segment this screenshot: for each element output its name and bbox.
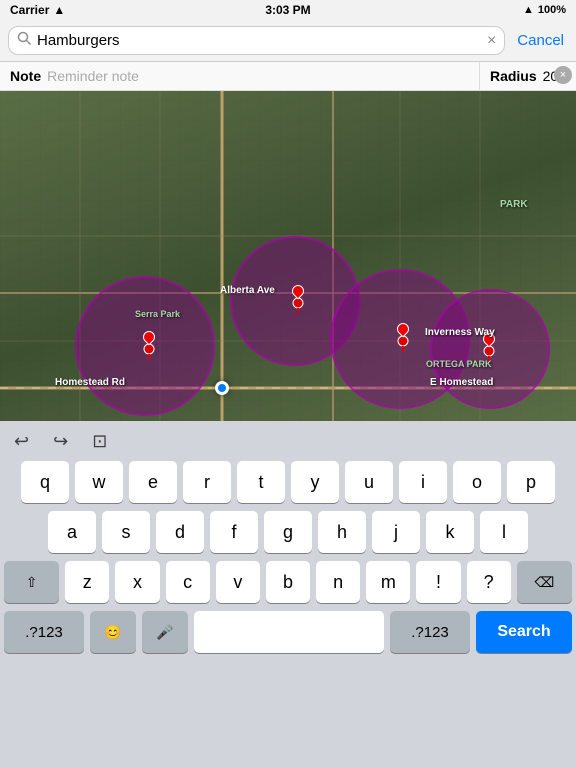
undo-button[interactable]: ↩ — [10, 431, 33, 452]
num-key-left[interactable]: .?123 — [4, 611, 84, 653]
key-s[interactable]: s — [102, 511, 150, 553]
key-p[interactable]: p — [507, 461, 555, 503]
num-key-right[interactable]: .?123 — [390, 611, 470, 653]
backspace-key[interactable]: ⌫ — [517, 561, 572, 603]
key-r[interactable]: r — [183, 461, 231, 503]
pin-marker-3 — [397, 323, 407, 337]
key-n[interactable]: n — [316, 561, 360, 603]
key-z[interactable]: z — [65, 561, 109, 603]
emoji-key[interactable]: 😊 — [90, 611, 136, 653]
keyboard: q w e r t y u i o p a s d f g h j k l ⇧ … — [0, 457, 576, 661]
search-input-wrap[interactable]: × — [8, 26, 505, 55]
note-section[interactable]: Note Reminder note — [0, 62, 480, 90]
clear-button[interactable]: × — [487, 32, 496, 50]
map-background: 280 — [0, 91, 576, 421]
key-m[interactable]: m — [366, 561, 410, 603]
note-placeholder: Reminder note — [47, 68, 139, 84]
key-f[interactable]: f — [210, 511, 258, 553]
key-row-3: ⇧ z x c v b n m ! ? ⌫ — [4, 561, 572, 603]
arrow-icon: ▲ — [523, 4, 534, 16]
key-b[interactable]: b — [266, 561, 310, 603]
key-i[interactable]: i — [399, 461, 447, 503]
map-label-homestead: Homestead Rd — [55, 377, 125, 388]
map-label-inverness: Inverness Way — [425, 327, 495, 338]
note-label: Note — [10, 68, 41, 84]
key-h[interactable]: h — [318, 511, 366, 553]
note-radius-row: Note Reminder note Radius 200 × — [0, 62, 576, 91]
key-row-1: q w e r t y u i o p — [4, 461, 572, 503]
space-key[interactable] — [194, 611, 384, 653]
redo-button[interactable]: ↪ — [49, 431, 72, 452]
location-dot — [215, 381, 229, 395]
radius-label: Radius — [490, 68, 537, 84]
search-input[interactable] — [37, 32, 481, 49]
toolbar-row: ↩ ↪ ⊡ — [0, 421, 576, 457]
carrier-label: Carrier — [10, 3, 49, 17]
cancel-button[interactable]: Cancel — [513, 32, 568, 49]
key-j[interactable]: j — [372, 511, 420, 553]
key-u[interactable]: u — [345, 461, 393, 503]
key-g[interactable]: g — [264, 511, 312, 553]
key-question[interactable]: ? — [467, 561, 511, 603]
mic-key[interactable]: 🎤 — [142, 611, 188, 653]
copy-button[interactable]: ⊡ — [88, 431, 111, 452]
status-right: ▲ 100% — [523, 4, 566, 16]
pin-marker-2 — [292, 285, 302, 299]
key-row-2: a s d f g h j k l — [4, 511, 572, 553]
key-w[interactable]: w — [75, 461, 123, 503]
key-d[interactable]: d — [156, 511, 204, 553]
shift-key[interactable]: ⇧ — [4, 561, 59, 603]
search-bar-area: × Cancel — [0, 20, 576, 62]
key-x[interactable]: x — [115, 561, 159, 603]
battery-label: 100% — [538, 4, 566, 16]
key-exclamation[interactable]: ! — [416, 561, 460, 603]
map-label-e-homestead: E Homestead — [430, 377, 493, 388]
key-e[interactable]: e — [129, 461, 177, 503]
key-l[interactable]: l — [480, 511, 528, 553]
search-icon — [17, 31, 31, 50]
signal-icon: ▲ — [53, 3, 65, 17]
map-label-serra: Serra Park — [135, 309, 180, 319]
keyboard-area: ↩ ↪ ⊡ q w e r t y u i o p a s d f g h j … — [0, 421, 576, 661]
key-k[interactable]: k — [426, 511, 474, 553]
key-t[interactable]: t — [237, 461, 285, 503]
key-c[interactable]: c — [166, 561, 210, 603]
key-y[interactable]: y — [291, 461, 339, 503]
status-time: 3:03 PM — [265, 3, 310, 17]
pin-marker-1 — [143, 331, 153, 345]
key-q[interactable]: q — [21, 461, 69, 503]
key-o[interactable]: o — [453, 461, 501, 503]
map-label-park: PARK — [500, 199, 528, 210]
status-left: Carrier ▲ — [10, 3, 65, 17]
map-label-alberta: Alberta Ave — [220, 285, 275, 296]
map-area[interactable]: 280 — [0, 91, 576, 421]
map-label-ortega: ORTEGA PARK — [426, 359, 492, 369]
key-a[interactable]: a — [48, 511, 96, 553]
status-bar: Carrier ▲ 3:03 PM ▲ 100% — [0, 0, 576, 20]
key-v[interactable]: v — [216, 561, 260, 603]
close-button[interactable]: × — [554, 66, 572, 84]
search-key[interactable]: Search — [476, 611, 572, 653]
key-row-4: .?123 😊 🎤 .?123 Search — [4, 611, 572, 653]
